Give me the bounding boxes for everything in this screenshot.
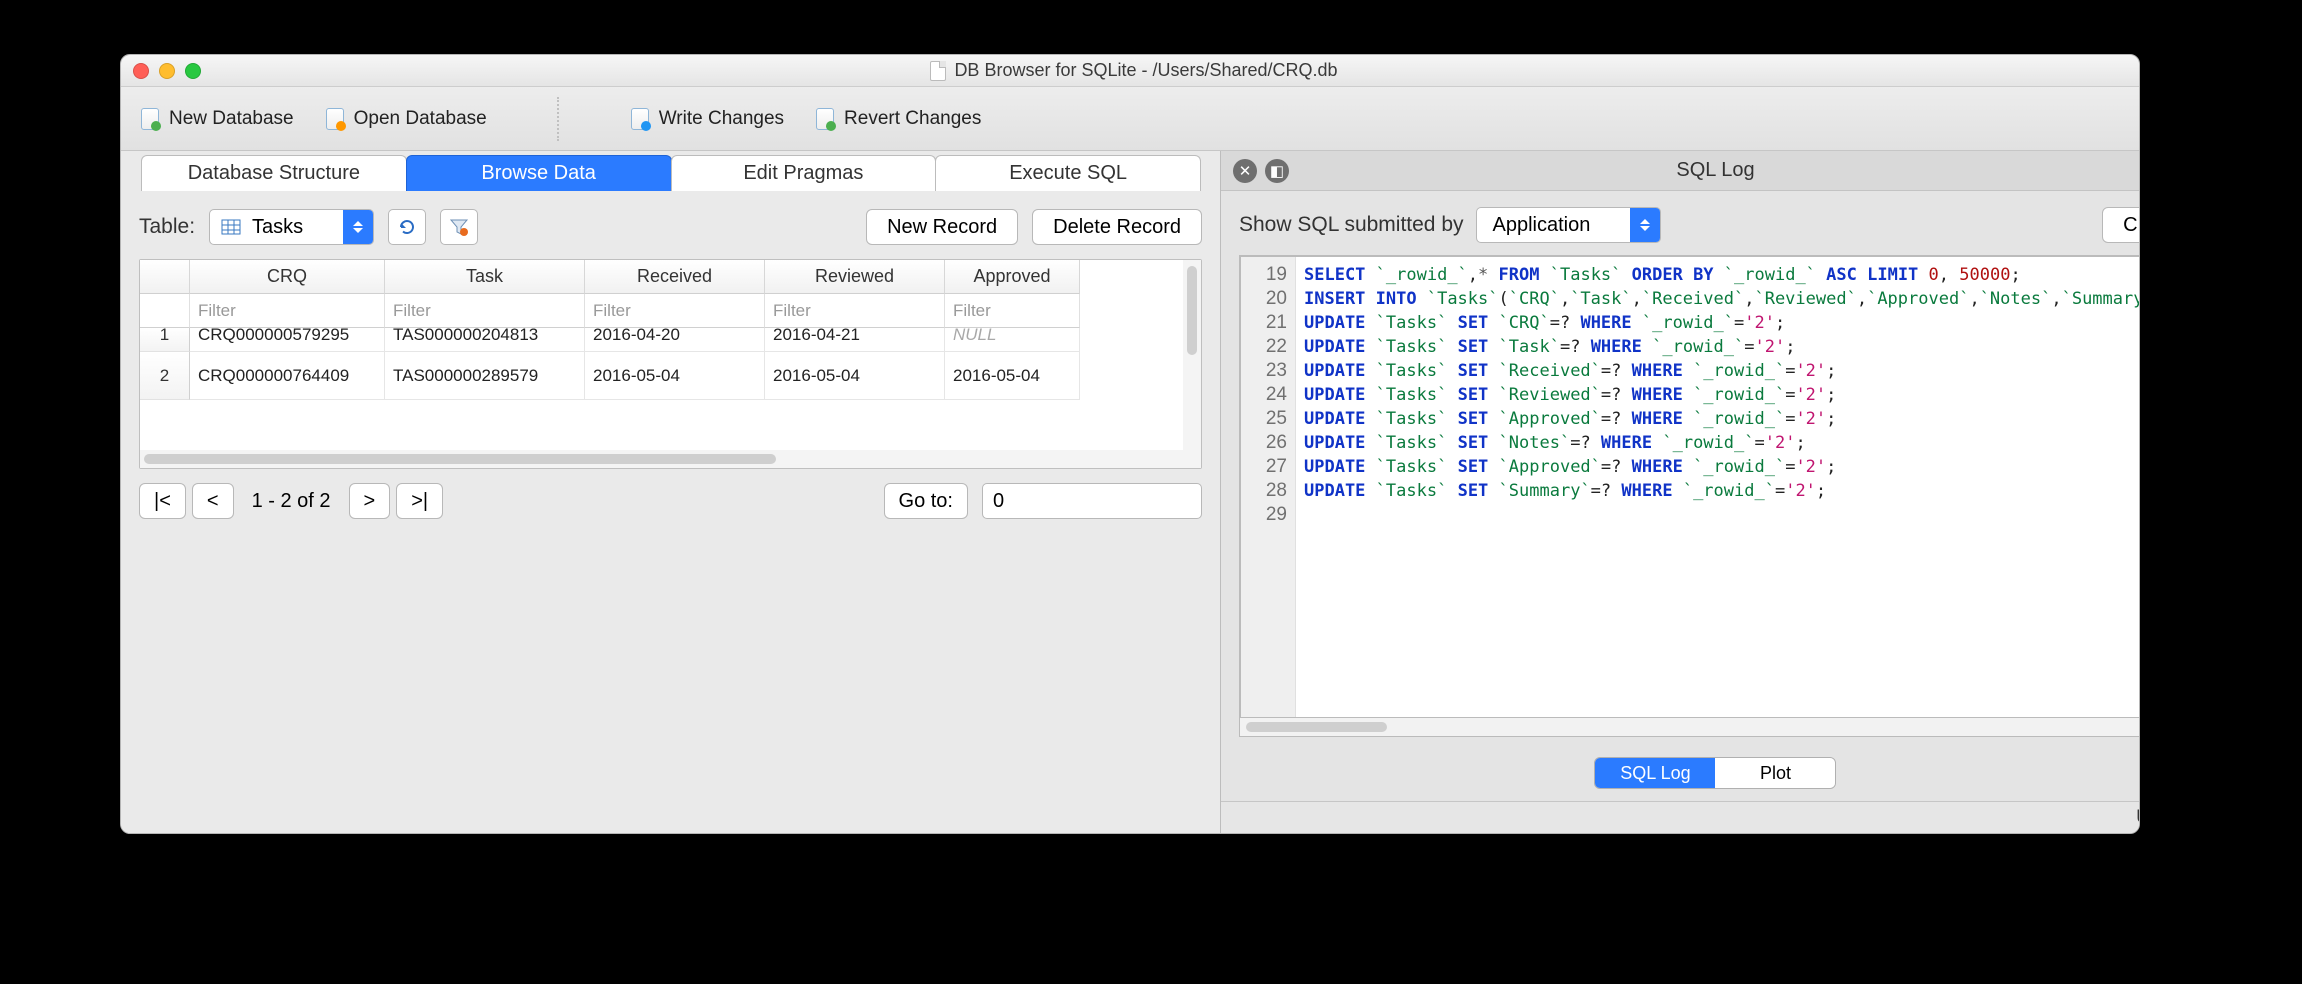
database-new-icon — [139, 108, 161, 130]
filter-cell — [140, 294, 190, 328]
first-page-button[interactable]: |< — [139, 483, 186, 519]
table-icon — [218, 217, 244, 237]
save-icon — [629, 108, 651, 130]
revert-icon — [814, 108, 836, 130]
filter-input[interactable] — [765, 294, 944, 327]
tab-browse-data[interactable]: Browse Data — [406, 155, 672, 191]
delete-record-button[interactable]: Delete Record — [1032, 209, 1202, 245]
popout-icon: ◧ — [1270, 162, 1284, 180]
clear-log-button[interactable]: Clear — [2102, 207, 2140, 243]
data-grid: CRQ Task Received Reviewed Approved — [139, 259, 1202, 469]
column-header[interactable]: Received — [585, 260, 765, 294]
table-select-value: Tasks — [244, 216, 343, 239]
log-horizontal-scrollbar[interactable] — [1240, 718, 2140, 736]
column-header[interactable]: CRQ — [190, 260, 385, 294]
column-header[interactable]: Reviewed — [765, 260, 945, 294]
close-window-icon[interactable] — [133, 63, 149, 79]
dock-header: ✕ ◧ SQL Log — [1221, 151, 2140, 191]
statusbar: UTF-8 — [1221, 801, 2140, 833]
minimize-window-icon[interactable] — [159, 63, 175, 79]
sql-log-view[interactable]: 1920212223242526272829 SELECT `_rowid_`,… — [1240, 256, 2140, 718]
table-label: Table: — [139, 215, 195, 239]
column-header[interactable]: Approved — [945, 260, 1080, 294]
new-record-button[interactable]: New Record — [866, 209, 1018, 245]
database-open-icon — [324, 108, 346, 130]
right-pane: ✕ ◧ SQL Log Show SQL submitted by Applic… — [1221, 151, 2140, 833]
revert-changes-button[interactable]: Revert Changes — [814, 108, 981, 130]
goto-label: Go to: — [884, 483, 968, 519]
toolbar-separator — [557, 97, 559, 141]
row-number[interactable]: 2 — [140, 352, 190, 400]
undock-button[interactable]: ◧ — [1265, 159, 1289, 183]
filter-input[interactable] — [385, 294, 584, 327]
filter-input[interactable] — [585, 294, 764, 327]
close-icon: ✕ — [1239, 162, 1252, 180]
filter-input[interactable] — [945, 294, 1079, 327]
pager: |< < 1 - 2 of 2 > >| Go to: — [139, 483, 1202, 519]
main-tabbar: Database Structure Browse Data Edit Prag… — [121, 151, 1220, 191]
tab-edit-pragmas[interactable]: Edit Pragmas — [671, 155, 937, 191]
funnel-icon — [449, 217, 469, 237]
dropdown-arrows-icon — [343, 210, 373, 244]
tab-execute-sql[interactable]: Execute SQL — [935, 155, 1201, 191]
main-toolbar: New Database Open Database Write Changes… — [121, 87, 2139, 151]
cell[interactable]: 2016-05-04 — [945, 352, 1080, 400]
new-database-button[interactable]: New Database — [139, 108, 294, 130]
cell[interactable]: TAS000000204813 — [385, 328, 585, 352]
last-page-button[interactable]: >| — [396, 483, 443, 519]
sql-source-select[interactable]: Application — [1476, 207, 1662, 243]
window-title: DB Browser for SQLite - /Users/Shared/CR… — [201, 60, 2067, 81]
close-dock-button[interactable]: ✕ — [1233, 159, 1257, 183]
pager-status: 1 - 2 of 2 — [240, 490, 343, 513]
next-page-button[interactable]: > — [349, 483, 391, 519]
line-gutter: 1920212223242526272829 — [1241, 257, 1296, 717]
revert-changes-label: Revert Changes — [844, 108, 981, 130]
horizontal-scrollbar[interactable] — [140, 450, 1201, 468]
window-controls — [133, 63, 201, 79]
app-window: DB Browser for SQLite - /Users/Shared/CR… — [120, 54, 2140, 834]
filter-input[interactable] — [190, 294, 384, 327]
refresh-icon — [397, 217, 417, 237]
document-icon — [930, 61, 946, 81]
open-database-button[interactable]: Open Database — [324, 108, 487, 130]
show-sql-label: Show SQL submitted by — [1239, 213, 1464, 237]
prev-page-button[interactable]: < — [192, 483, 234, 519]
write-changes-button[interactable]: Write Changes — [629, 108, 784, 130]
titlebar: DB Browser for SQLite - /Users/Shared/CR… — [121, 55, 2139, 87]
cell[interactable]: CRQ000000579295 — [190, 328, 385, 352]
goto-input[interactable] — [982, 483, 1202, 519]
cell[interactable]: 2016-05-04 — [585, 352, 765, 400]
dropdown-arrows-icon — [1630, 208, 1660, 242]
cell[interactable]: CRQ000000764409 — [190, 352, 385, 400]
browse-data-panel: Table: Tasks New Reco — [121, 191, 1220, 833]
encoding-indicator[interactable]: UTF-8 — [2136, 807, 2140, 829]
column-header-rownum[interactable] — [140, 260, 190, 294]
cell[interactable]: 2016-04-20 — [585, 328, 765, 352]
zoom-window-icon[interactable] — [185, 63, 201, 79]
tab-sql-log[interactable]: SQL Log — [1595, 758, 1715, 788]
left-pane: Database Structure Browse Data Edit Prag… — [121, 151, 1221, 833]
right-tab-switch: SQL Log Plot — [1594, 757, 1836, 789]
open-database-label: Open Database — [354, 108, 487, 130]
cell[interactable]: 2016-04-21 — [765, 328, 945, 352]
tab-plot[interactable]: Plot — [1715, 758, 1835, 788]
cell[interactable]: TAS000000289579 — [385, 352, 585, 400]
vertical-scrollbar[interactable] — [1183, 260, 1201, 450]
dock-title: SQL Log — [1297, 159, 2134, 182]
column-header[interactable]: Task — [385, 260, 585, 294]
cell[interactable]: NULL — [945, 328, 1080, 352]
table-select[interactable]: Tasks — [209, 209, 374, 245]
tab-database-structure[interactable]: Database Structure — [141, 155, 407, 191]
sql-log-code: SELECT `_rowid_`,* FROM `Tasks` ORDER BY… — [1296, 257, 2140, 717]
clear-filters-button[interactable] — [440, 209, 478, 245]
row-number[interactable]: 1 — [140, 328, 190, 352]
window-title-text: DB Browser for SQLite - /Users/Shared/CR… — [954, 60, 1337, 81]
write-changes-label: Write Changes — [659, 108, 784, 130]
sql-source-value: Application — [1485, 214, 1631, 237]
cell[interactable]: 2016-05-04 — [765, 352, 945, 400]
new-database-label: New Database — [169, 108, 294, 130]
refresh-button[interactable] — [388, 209, 426, 245]
